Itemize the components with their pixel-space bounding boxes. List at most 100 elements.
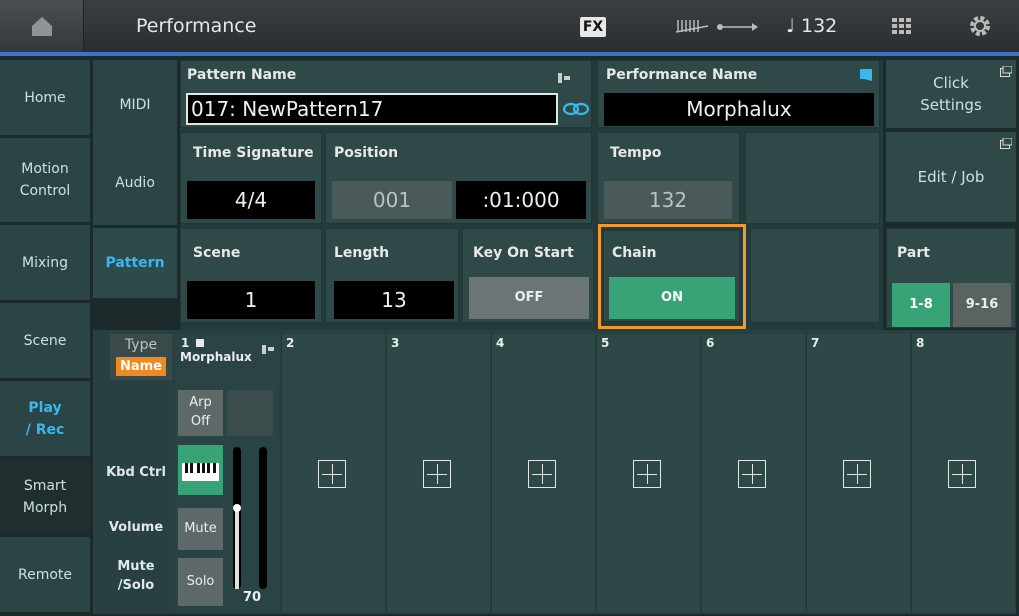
part-column[interactable]: 7 [806,334,910,612]
part-column[interactable]: 6 [701,334,805,612]
part-number: 6 [706,336,715,350]
position-measure: 001 [332,181,452,219]
part-range-1-8[interactable]: 1-8 [892,283,950,327]
position-label: Position [334,145,399,161]
subnav-midi[interactable]: MIDI [93,60,177,150]
part-1-number: 1 [181,336,190,350]
link-icon[interactable] [563,99,589,119]
chain-cell[interactable]: Chain ON [603,230,740,322]
part-1-edit-icon [262,339,274,358]
performance-name-label: Performance Name [606,67,758,83]
part-column[interactable]: 3 [386,334,490,612]
performance-name-value: Morphalux [604,93,874,126]
part-number: 7 [811,336,820,350]
tempo-label: Tempo [610,145,662,161]
key-on-start-cell[interactable]: Key On Start OFF [462,228,594,323]
settings-button[interactable] [955,10,1005,42]
kbd-ctrl-label: Kbd Ctrl [106,465,166,480]
page-title: Performance [136,15,257,37]
type-name-switch[interactable]: Type Name [110,334,172,380]
length-value: 13 [334,281,454,319]
tempo-cell[interactable]: Tempo 132 [597,132,740,224]
add-part-icon[interactable] [738,460,766,488]
part-number: 2 [286,336,295,350]
chain-toggle[interactable]: ON [609,277,735,319]
key-on-start-toggle[interactable]: OFF [469,277,589,319]
header-divider [0,52,1019,56]
add-part-icon[interactable] [948,460,976,488]
kbd-ctrl-toggle[interactable] [178,445,223,495]
type-label: Type [124,337,158,353]
mute-solo-label: Mute /Solo [117,559,155,593]
popup-icon [1000,66,1012,77]
part-number: 3 [391,336,400,350]
part-column[interactable]: 5 [596,334,700,612]
volume-slider-fill [235,510,239,589]
arp-toggle[interactable]: Arp Off [178,390,223,436]
part-column[interactable]: 4 [491,334,595,612]
nav-mixing[interactable]: Mixing [0,225,90,300]
pattern-name-cell[interactable]: Pattern Name 017: NewPattern17 [180,60,592,128]
empty-cell [745,132,880,224]
popup-icon [1000,138,1012,149]
pattern-edit-icon [558,68,570,87]
home-button[interactable] [0,0,84,52]
nav-remote[interactable]: Remote [0,537,90,612]
edit-job-button[interactable]: Edit / Job [886,132,1016,222]
keyboard-usb-icon [675,20,758,33]
arp-blank [227,390,273,436]
part-column[interactable]: 2 [281,334,385,612]
home-icon [32,17,52,36]
part-range-9-16[interactable]: 9-16 [953,283,1011,327]
nav-home[interactable]: Home [0,60,90,135]
part-number: 8 [916,336,925,350]
name-label: Name [116,357,166,376]
add-part-icon[interactable] [423,460,451,488]
add-part-icon[interactable] [528,460,556,488]
part-cell: Part 1-8 9-16 [886,228,1016,328]
volume-label: Volume [108,520,164,535]
grid-button[interactable] [880,10,930,42]
scene-cell[interactable]: Scene 1 [180,228,322,323]
keyboard-icon [182,463,219,481]
subnav-audio[interactable]: Audio [93,141,177,225]
pattern-name-field[interactable]: 017: NewPattern17 [186,93,558,125]
part-number: 5 [601,336,610,350]
volume-value: 70 [243,590,262,605]
flag-icon [860,69,872,81]
volume-slider-thumb[interactable] [233,504,241,512]
part-1-name: Morphalux [180,350,252,364]
part-label: Part [897,245,930,261]
fx-indicator[interactable]: FX [580,17,606,37]
pattern-name-label: Pattern Name [187,67,297,83]
time-signature-value: 4/4 [187,181,315,219]
time-signature-label: Time Signature [193,145,314,161]
nav-play-rec[interactable]: Play / Rec [0,381,90,456]
meter-track [259,447,267,589]
part-number: 4 [496,336,505,350]
subnav-pattern[interactable]: Pattern [93,228,177,298]
performance-name-cell[interactable]: Performance Name Morphalux [597,60,880,128]
nav-smart-morph[interactable]: Smart Morph [0,459,90,534]
key-on-start-label: Key On Start [473,245,574,261]
nav-motion-control[interactable]: Motion Control [0,138,90,222]
empty-cell-2 [750,228,880,323]
scene-value: 1 [187,281,315,319]
time-signature-cell[interactable]: Time Signature 4/4 [180,132,322,224]
click-settings-button[interactable]: Click Settings [886,60,1016,128]
tempo-value: 132 [604,181,732,219]
add-part-icon[interactable] [318,460,346,488]
position-beat: :01:000 [456,181,586,219]
midi-usb-status [672,16,762,38]
tempo-display: ♩ 132 [786,15,838,37]
solo-button[interactable]: Solo [178,558,223,606]
mute-button[interactable]: Mute [178,508,223,550]
grid-icon [892,18,911,34]
position-cell[interactable]: Position 001 :01:000 [325,132,592,224]
part-column[interactable]: 8 [911,334,1015,612]
length-cell[interactable]: Length 13 [325,228,459,323]
nav-scene[interactable]: Scene [0,303,90,378]
add-part-icon[interactable] [843,460,871,488]
part-1-status-icon [196,339,204,347]
add-part-icon[interactable] [633,460,661,488]
